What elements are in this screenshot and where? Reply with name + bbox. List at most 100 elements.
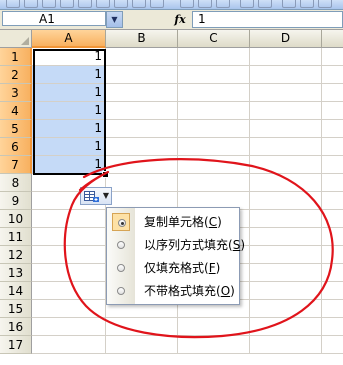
- column-header-e[interactable]: [322, 30, 343, 48]
- cell-c8[interactable]: [178, 174, 250, 192]
- column-header-d[interactable]: D: [250, 30, 322, 48]
- menu-item-o[interactable]: 不带格式填充(O): [109, 281, 237, 301]
- cell-d8[interactable]: [250, 174, 322, 192]
- row-header-4[interactable]: 4: [0, 102, 32, 120]
- cell-b5[interactable]: [106, 120, 178, 138]
- row-header-14[interactable]: 14: [0, 282, 32, 300]
- row-header-12[interactable]: 12: [0, 246, 32, 264]
- row-header-2[interactable]: 2: [0, 66, 32, 84]
- cell-a5[interactable]: 1: [32, 120, 106, 138]
- cell-e5[interactable]: [322, 120, 343, 138]
- cell-b8[interactable]: [106, 174, 178, 192]
- cell-a11[interactable]: [32, 228, 106, 246]
- toolbar-button-icon[interactable]: [180, 0, 194, 8]
- cell-d7[interactable]: [250, 156, 322, 174]
- row-header-13[interactable]: 13: [0, 264, 32, 282]
- cell-b16[interactable]: [106, 318, 178, 336]
- name-box-dropdown-button[interactable]: ▼: [106, 11, 123, 28]
- toolbar-button-icon[interactable]: [198, 0, 212, 8]
- cell-d9[interactable]: [250, 192, 322, 210]
- toolbar-button-icon[interactable]: [132, 0, 146, 8]
- cell-a3[interactable]: 1: [32, 84, 106, 102]
- column-header-a[interactable]: A: [32, 30, 106, 48]
- cell-a10[interactable]: [32, 210, 106, 228]
- radio-selected-icon[interactable]: [118, 219, 126, 227]
- cell-e10[interactable]: [322, 210, 343, 228]
- cell-b17[interactable]: [106, 336, 178, 354]
- row-header-10[interactable]: 10: [0, 210, 32, 228]
- cell-e2[interactable]: [322, 66, 343, 84]
- cell-a16[interactable]: [32, 318, 106, 336]
- menu-item-f[interactable]: 仅填充格式(F): [109, 258, 237, 278]
- toolbar-button-icon[interactable]: [114, 0, 128, 8]
- cell-e15[interactable]: [322, 300, 343, 318]
- cell-e11[interactable]: [322, 228, 343, 246]
- cell-d10[interactable]: [250, 210, 322, 228]
- menu-item-c[interactable]: 复制单元格(C): [109, 212, 237, 232]
- cell-e1[interactable]: [322, 48, 343, 66]
- cell-e14[interactable]: [322, 282, 343, 300]
- toolbar-button-icon[interactable]: [6, 0, 20, 8]
- cell-a17[interactable]: [32, 336, 106, 354]
- cell-e6[interactable]: [322, 138, 343, 156]
- cell-a1[interactable]: 1: [32, 48, 106, 66]
- cell-c7[interactable]: [178, 156, 250, 174]
- row-header-5[interactable]: 5: [0, 120, 32, 138]
- radio-unselected-icon[interactable]: [117, 287, 125, 295]
- row-header-16[interactable]: 16: [0, 318, 32, 336]
- cell-e13[interactable]: [322, 264, 343, 282]
- cell-d6[interactable]: [250, 138, 322, 156]
- autofill-options-button[interactable]: ▼: [80, 187, 112, 205]
- row-header-3[interactable]: 3: [0, 84, 32, 102]
- cell-c6[interactable]: [178, 138, 250, 156]
- cell-c3[interactable]: [178, 84, 250, 102]
- menu-item-s[interactable]: 以序列方式填充(S): [109, 235, 245, 255]
- cell-e4[interactable]: [322, 102, 343, 120]
- radio-unselected-icon[interactable]: [117, 241, 125, 249]
- toolbar-button-icon[interactable]: [96, 0, 110, 8]
- cell-b1[interactable]: [106, 48, 178, 66]
- cell-c16[interactable]: [178, 318, 250, 336]
- row-header-15[interactable]: 15: [0, 300, 32, 318]
- cell-e16[interactable]: [322, 318, 343, 336]
- cell-b4[interactable]: [106, 102, 178, 120]
- cell-b7[interactable]: [106, 156, 178, 174]
- fill-handle[interactable]: [102, 171, 109, 178]
- cell-d4[interactable]: [250, 102, 322, 120]
- toolbar-button-icon[interactable]: [24, 0, 38, 8]
- toolbar-button-icon[interactable]: [240, 0, 254, 8]
- insert-function-button[interactable]: fx: [168, 11, 192, 28]
- cell-d2[interactable]: [250, 66, 322, 84]
- toolbar-button-icon[interactable]: [318, 0, 332, 8]
- row-header-8[interactable]: 8: [0, 174, 32, 192]
- cell-d14[interactable]: [250, 282, 322, 300]
- cell-a12[interactable]: [32, 246, 106, 264]
- radio-unselected-icon[interactable]: [117, 264, 125, 272]
- row-header-17[interactable]: 17: [0, 336, 32, 354]
- cell-b3[interactable]: [106, 84, 178, 102]
- toolbar-button-icon[interactable]: [150, 0, 164, 8]
- cell-a6[interactable]: 1: [32, 138, 106, 156]
- column-header-c[interactable]: C: [178, 30, 250, 48]
- cell-d16[interactable]: [250, 318, 322, 336]
- cell-c2[interactable]: [178, 66, 250, 84]
- cell-e9[interactable]: [322, 192, 343, 210]
- cell-c4[interactable]: [178, 102, 250, 120]
- cell-e7[interactable]: [322, 156, 343, 174]
- cell-e3[interactable]: [322, 84, 343, 102]
- column-header-b[interactable]: B: [106, 30, 178, 48]
- toolbar-button-icon[interactable]: [60, 0, 74, 8]
- row-header-1[interactable]: 1: [0, 48, 32, 66]
- cell-a15[interactable]: [32, 300, 106, 318]
- cell-e17[interactable]: [322, 336, 343, 354]
- cell-a14[interactable]: [32, 282, 106, 300]
- cell-c1[interactable]: [178, 48, 250, 66]
- cell-c17[interactable]: [178, 336, 250, 354]
- cell-d15[interactable]: [250, 300, 322, 318]
- row-header-6[interactable]: 6: [0, 138, 32, 156]
- cell-d12[interactable]: [250, 246, 322, 264]
- cell-e12[interactable]: [322, 246, 343, 264]
- toolbar-button-icon[interactable]: [282, 0, 296, 8]
- cell-b6[interactable]: [106, 138, 178, 156]
- cell-d3[interactable]: [250, 84, 322, 102]
